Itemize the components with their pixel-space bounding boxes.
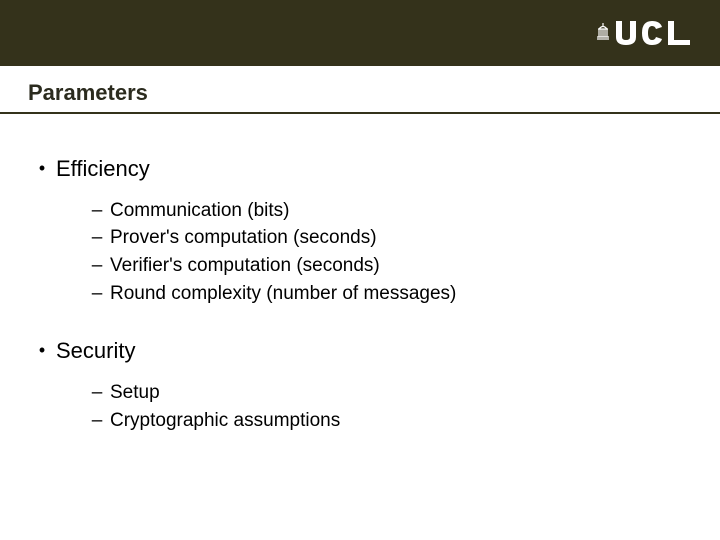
list-item-label: Security [56,336,692,366]
dome-icon [596,23,610,43]
content-area: • Efficiency – Communication (bits) – Pr… [0,114,720,433]
sub-list-item-label: Round complexity (number of messages) [110,281,456,307]
dash-icon: – [84,225,110,251]
sub-list-item: – Round complexity (number of messages) [84,281,692,307]
slide-title: Parameters [28,80,692,106]
ucl-wordmark-icon [614,19,692,47]
sub-list-item-label: Verifier's computation (seconds) [110,253,380,279]
sub-list-item: – Communication (bits) [84,198,692,224]
list-item-label: Efficiency [56,154,692,184]
list-item: • Security [28,336,692,366]
dash-icon: – [84,253,110,279]
sub-list-item: – Verifier's computation (seconds) [84,253,692,279]
sub-list-item-label: Setup [110,380,160,406]
sub-list: – Setup – Cryptographic assumptions [84,380,692,433]
bullet-icon: • [28,154,56,182]
list-item: • Efficiency [28,154,692,184]
ucl-logo [596,19,692,47]
sub-list-item: – Prover's computation (seconds) [84,225,692,251]
dash-icon: – [84,408,110,434]
sub-list-item: – Setup [84,380,692,406]
banner [0,0,720,66]
sub-list-item-label: Prover's computation (seconds) [110,225,377,251]
sub-list-item-label: Cryptographic assumptions [110,408,340,434]
sub-list-item: – Cryptographic assumptions [84,408,692,434]
sub-list: – Communication (bits) – Prover's comput… [84,198,692,307]
title-row: Parameters [0,66,720,114]
dash-icon: – [84,281,110,307]
bullet-icon: • [28,336,56,364]
dash-icon: – [84,380,110,406]
dash-icon: – [84,198,110,224]
sub-list-item-label: Communication (bits) [110,198,290,224]
